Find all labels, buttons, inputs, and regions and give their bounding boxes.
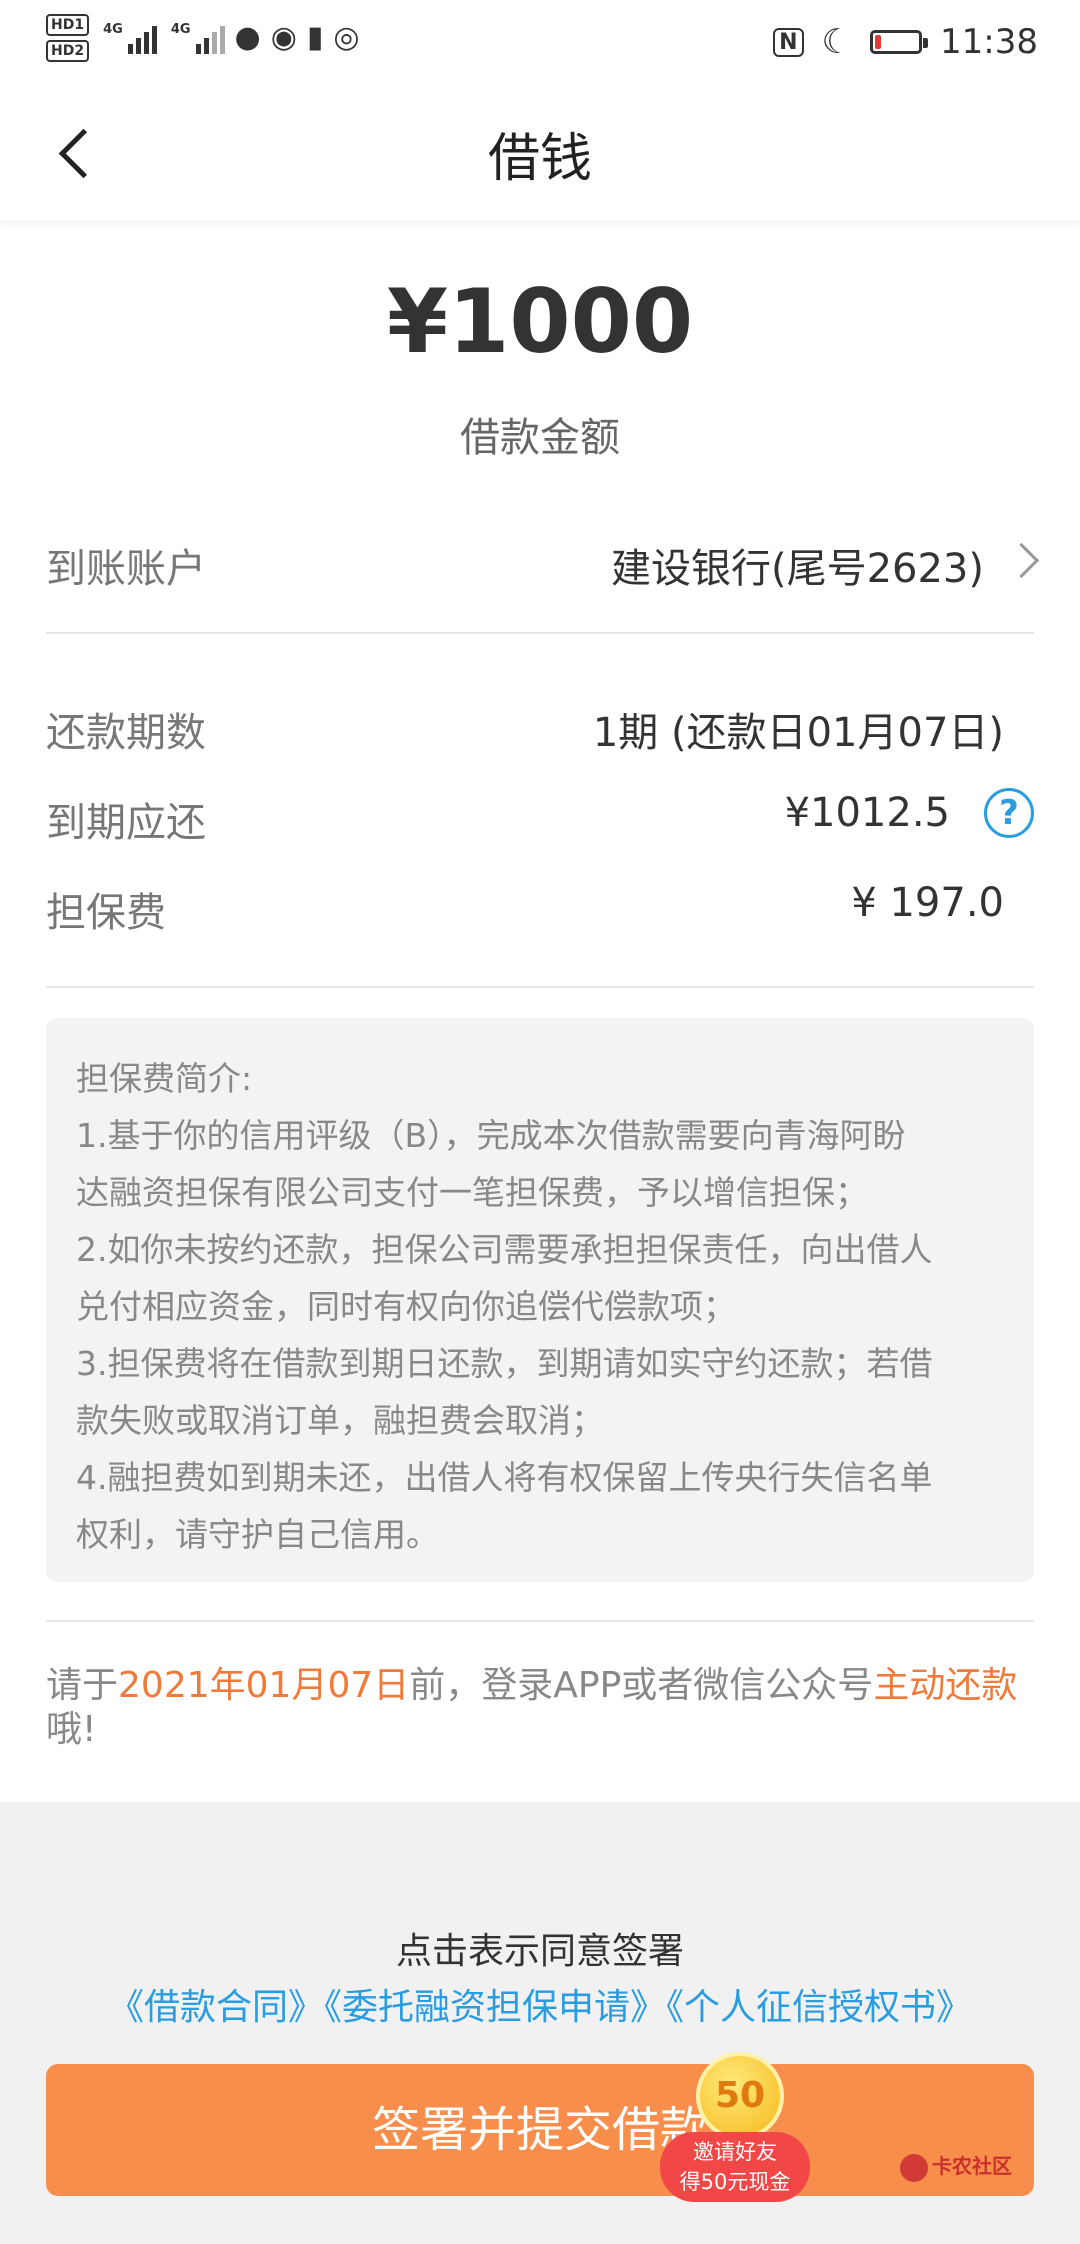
app-header: 借钱 xyxy=(0,86,1080,220)
page-title: 借钱 xyxy=(487,129,592,189)
hd1-badge: HD1 xyxy=(46,14,90,36)
nfc-icon: N xyxy=(773,27,804,57)
hotspot-icon: ◎ xyxy=(333,20,360,55)
account-value: 建设银行(尾号2623) xyxy=(610,546,984,592)
loan-amount: ¥1000 xyxy=(386,270,694,373)
credit-authorization-link[interactable]: 《个人征信授权书》 xyxy=(666,1987,972,2028)
status-right: N ☾ 11:38 xyxy=(773,22,1038,62)
watermark: 卡农社区 xyxy=(900,2150,1012,2182)
notice-action: 主动还款 xyxy=(873,1665,1018,1706)
fee-info-line: 3.担保费将在借款到期日还款，到期请如实守约还款；若借 xyxy=(76,1344,933,1383)
status-left: HD1 HD2 4G 4G ● ◉ ▮ ◎ xyxy=(46,14,360,62)
signal-strength-2-icon: 4G xyxy=(171,22,225,54)
watermark-text: 卡农社区 xyxy=(932,2154,1012,2178)
battery-icon xyxy=(870,30,929,54)
fee-info-box: 担保费简介: 1.基于你的信用评级（B），完成本次借款需要向青海阿盼 达融资担保… xyxy=(46,1018,1034,1582)
agreement-links: 《借款合同》《委托融资担保申请》《个人征信授权书》 xyxy=(0,1978,1080,2030)
account-label: 到账账户 xyxy=(46,546,206,592)
notice-suffix: 哦! xyxy=(46,1709,97,1750)
agreement-intro: 点击表示同意签署 xyxy=(395,1931,684,1972)
divider xyxy=(46,1620,1034,1622)
fee-value: ¥ 197.0 xyxy=(851,880,1004,926)
hd2-badge: HD2 xyxy=(46,40,90,62)
wechat-icon: ◉ xyxy=(270,20,297,55)
periods-value: 1期 (还款日01月07日) xyxy=(592,710,1004,756)
fee-info-line: 达融资担保有限公司支付一笔担保费，予以增信担保； xyxy=(76,1173,868,1212)
network-type-2: 4G xyxy=(170,22,191,37)
status-bar: HD1 HD2 4G 4G ● ◉ ▮ ◎ N ☾ 11:38 xyxy=(0,0,1080,86)
loan-contract-link[interactable]: 《借款合同》 xyxy=(108,1987,324,2028)
fee-info-line: 兑付相应资金，同时有权向你追偿代偿款项； xyxy=(76,1287,736,1326)
status-time: 11:38 xyxy=(940,22,1038,62)
watermark-logo-icon xyxy=(900,2153,928,2182)
chevron-right-icon xyxy=(1003,542,1040,579)
moon-icon: ☾ xyxy=(821,22,853,62)
network-type-1: 4G xyxy=(103,22,123,37)
fee-info-line: 4.融担费如到期未还，出借人将有权保留上传央行失信名单 xyxy=(76,1458,933,1497)
due-label: 到期应还 xyxy=(46,800,206,846)
battery-alert-icon: ▮ xyxy=(306,20,324,55)
repayment-notice: 请于2021年01月07日前，登录APP或者微信公众号主动还款哦! xyxy=(46,1664,1020,1752)
divider xyxy=(46,986,1034,988)
divider xyxy=(46,632,1034,634)
fee-info-line: 款失败或取消订单，融担费会取消； xyxy=(76,1401,604,1440)
promo-line2: 得50元现金 xyxy=(679,2170,791,2194)
loan-amount-label: 借款金额 xyxy=(460,415,620,461)
fee-info-line: 2.如你未按约还款，担保公司需要承担担保责任，向出借人 xyxy=(76,1230,933,1269)
fee-label: 担保费 xyxy=(46,890,166,936)
notice-date: 2021年01月07日 xyxy=(118,1665,410,1706)
guarantee-application-link[interactable]: 《委托融资担保申请》 xyxy=(324,1987,666,2028)
periods-label: 还款期数 xyxy=(46,710,206,756)
battery-level xyxy=(875,35,882,49)
fee-info-line: 1.基于你的信用评级（B），完成本次借款需要向青海阿盼 xyxy=(76,1116,906,1155)
notice-middle: 前，登录APP或者微信公众号 xyxy=(409,1665,874,1706)
submit-loan-button[interactable]: 签署并提交借款 xyxy=(46,2064,1034,2196)
help-icon[interactable]: ? xyxy=(984,788,1034,838)
due-value: ¥1012.5 xyxy=(784,790,950,836)
promo-line1: 邀请好友 xyxy=(693,2140,777,2164)
message-icon: ● xyxy=(234,20,261,55)
signal-strength-icon: 4G xyxy=(103,22,157,54)
promo-pill: 邀请好友 得50元现金 xyxy=(660,2132,810,2202)
fee-info-title: 担保费简介: xyxy=(76,1059,253,1098)
invite-promo-badge[interactable]: 50 邀请好友 得50元现金 xyxy=(656,2052,832,2202)
notice-prefix: 请于 xyxy=(46,1665,119,1706)
fee-info-line: 权利，请守护自己信用。 xyxy=(76,1515,439,1554)
coin-icon: 50 xyxy=(696,2052,784,2140)
hd-indicators: HD1 HD2 xyxy=(46,14,90,62)
